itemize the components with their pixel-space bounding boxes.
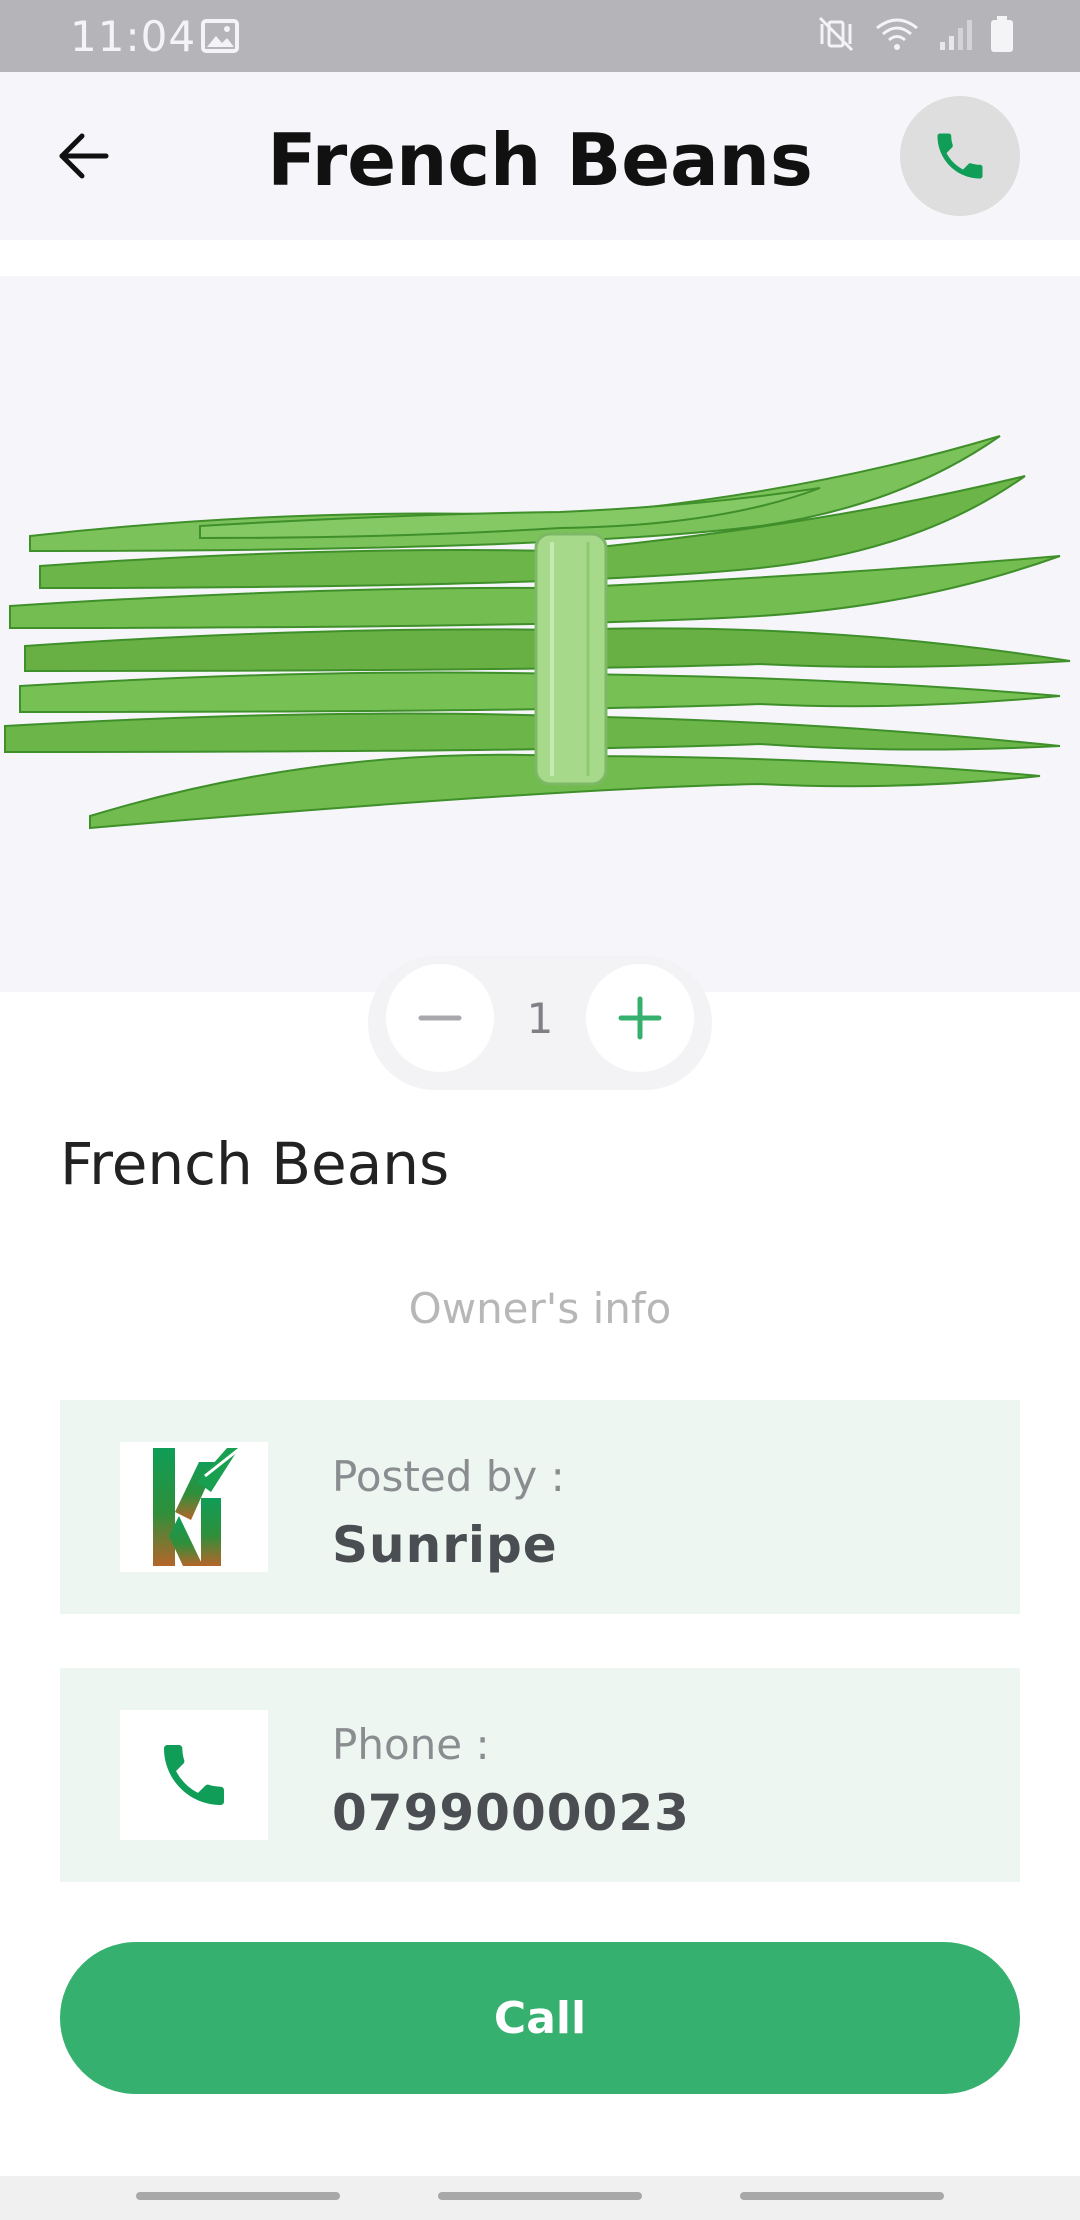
gallery-icon	[201, 19, 239, 53]
phone-value: 0799000023	[332, 1784, 690, 1842]
phone-card[interactable]: Phone : 0799000023	[60, 1668, 1020, 1882]
plus-icon	[618, 996, 662, 1040]
nav-back-button[interactable]	[740, 2192, 944, 2200]
nav-home-button[interactable]	[438, 2192, 642, 2200]
wifi-icon	[876, 18, 918, 50]
seller-logo	[120, 1442, 268, 1572]
increase-quantity-button[interactable]	[586, 964, 694, 1072]
seller-logo-icon	[153, 1444, 244, 1566]
phone-icon	[164, 1745, 224, 1805]
french-beans-illustration	[4, 435, 1071, 830]
posted-by-card: Posted by : Sunripe	[60, 1400, 1020, 1614]
posted-by-label: Posted by :	[332, 1452, 565, 1501]
status-bar: 11:04	[0, 0, 1080, 72]
navigation-bar	[0, 2176, 1080, 2220]
product-image	[0, 276, 1080, 992]
status-icons	[816, 14, 1014, 54]
phone-icon	[937, 133, 983, 179]
battery-icon	[991, 16, 1013, 52]
posted-by-value: Sunripe	[332, 1516, 558, 1574]
call-button[interactable]: Call	[60, 1942, 1020, 2094]
status-time: 11:04	[70, 12, 197, 61]
nav-recents-button[interactable]	[136, 2192, 340, 2200]
phone-label: Phone :	[332, 1720, 490, 1769]
phone-thumb	[120, 1710, 268, 1840]
quantity-stepper: 1	[368, 956, 712, 1090]
app-bar: French Beans	[0, 72, 1080, 240]
product-name: French Beans	[60, 1130, 450, 1198]
mute-vibrate-icon	[818, 16, 854, 52]
signal-icon	[940, 20, 972, 50]
header-call-button[interactable]	[900, 96, 1020, 216]
owner-info-heading: Owner's info	[408, 1284, 672, 1333]
